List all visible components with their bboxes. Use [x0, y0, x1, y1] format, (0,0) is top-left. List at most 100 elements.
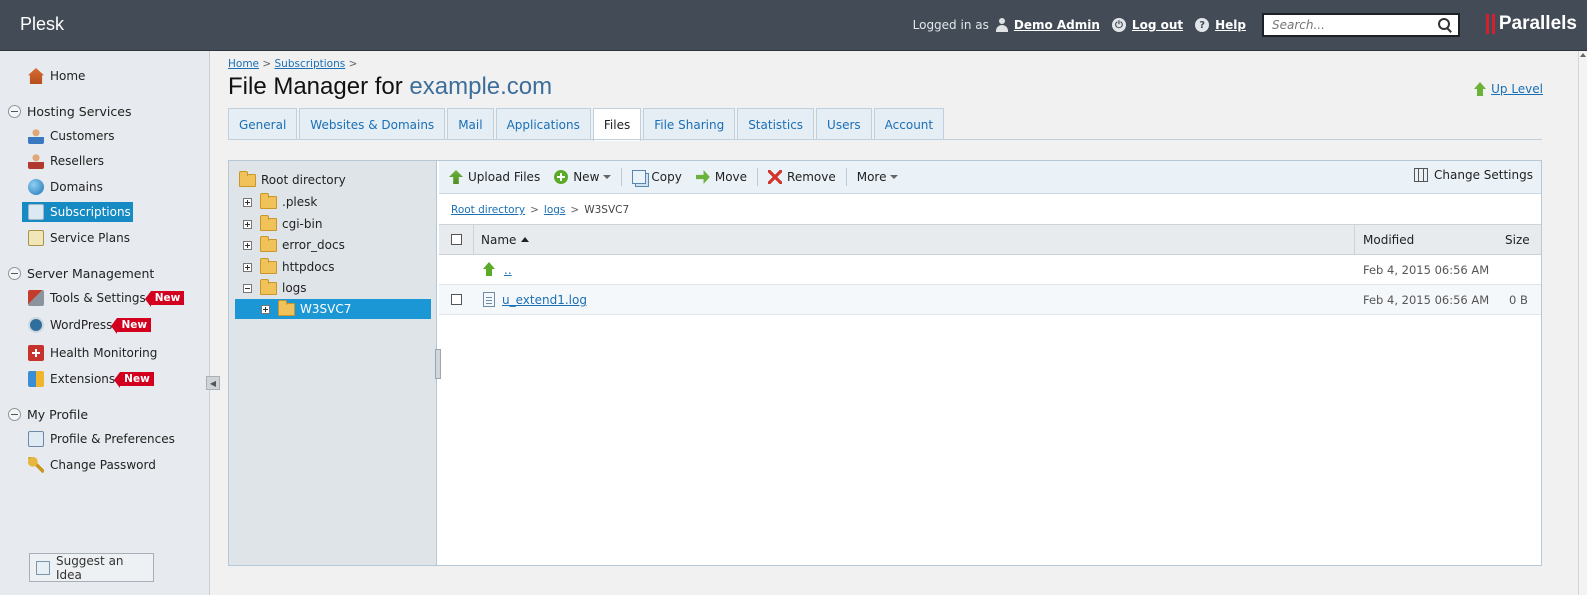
collapse-icon[interactable] — [243, 283, 252, 293]
sidebar-item-resellers[interactable]: Resellers — [28, 151, 104, 171]
section-server-management[interactable]: Server Management — [8, 263, 154, 283]
brand-logo[interactable]: Plesk — [20, 14, 64, 35]
tab-file-sharing[interactable]: File Sharing — [643, 108, 736, 140]
expand-icon[interactable] — [243, 262, 252, 272]
tab-websites-domains[interactable]: Websites & Domains — [299, 108, 446, 140]
tree-item-plesk[interactable]: .plesk — [243, 192, 317, 212]
table-row[interactable]: u_extend1.log Feb 4, 2015 06:56 AM 0 B — [439, 285, 1541, 315]
collapse-icon[interactable] — [8, 104, 21, 118]
new-badge: New — [111, 318, 152, 334]
dropdown-caret-icon — [603, 175, 612, 179]
extensions-icon — [28, 371, 44, 387]
globe-icon — [28, 179, 44, 195]
new-badge: New — [114, 372, 154, 388]
sidebar-item-change-password[interactable]: Change Password — [28, 455, 156, 475]
sidebar-item-subscriptions[interactable]: Subscriptions — [22, 202, 133, 222]
sidebar-item-service-plans[interactable]: Service Plans — [28, 228, 130, 248]
section-hosting-services[interactable]: Hosting Services — [8, 101, 131, 121]
logged-in-label: Logged in as — [912, 18, 989, 32]
parent-dir-link[interactable]: .. — [483, 255, 512, 284]
toolbar-separator — [845, 168, 847, 186]
file-toolbar: Upload Files New Copy Move Remove More C — [439, 161, 1541, 194]
copy-icon — [632, 170, 647, 184]
tree-item-cgi-bin[interactable]: cgi-bin — [243, 214, 322, 234]
tab-files[interactable]: Files — [592, 108, 642, 141]
path-current: W3SVC7 — [584, 204, 630, 216]
search-box[interactable] — [1262, 13, 1460, 37]
collapse-icon[interactable] — [8, 266, 21, 280]
new-button[interactable]: New — [554, 167, 612, 187]
sidebar: Home Hosting Services Customers Reseller… — [0, 51, 210, 595]
up-arrow-icon — [483, 262, 496, 277]
help-icon[interactable]: ? — [1195, 18, 1210, 32]
remove-button[interactable]: Remove — [768, 167, 836, 187]
sidebar-item-customers[interactable]: Customers — [28, 126, 115, 146]
sidebar-collapse-handle[interactable]: ◀ — [206, 376, 220, 390]
sidebar-item-home[interactable]: Home — [28, 66, 85, 86]
upload-files-button[interactable]: Upload Files — [449, 167, 540, 187]
page-title: File Manager for example.com — [228, 73, 553, 100]
column-modified[interactable]: Modified — [1363, 225, 1414, 254]
top-bar: Plesk Logged in as Demo Admin ⏻ Log out … — [0, 0, 1587, 51]
change-settings-button[interactable]: Change Settings — [1414, 168, 1533, 182]
page-scrollbar[interactable] — [1578, 51, 1587, 595]
more-button[interactable]: More — [857, 167, 899, 187]
tree-item-logs[interactable]: logs — [243, 278, 307, 298]
tab-general[interactable]: General — [228, 108, 298, 140]
sidebar-item-health-monitoring[interactable]: Health Monitoring — [28, 343, 157, 363]
column-name[interactable]: Name — [481, 225, 530, 254]
power-icon[interactable]: ⏻ — [1111, 18, 1126, 32]
tab-account[interactable]: Account — [873, 108, 945, 140]
up-level-link[interactable]: Up Level — [1474, 82, 1543, 96]
profile-card-icon — [28, 431, 44, 447]
help-link[interactable]: Help — [1215, 18, 1246, 32]
sidebar-item-wordpress[interactable]: WordPress New — [28, 315, 152, 335]
tree-item-w3svc7[interactable]: W3SVC7 — [235, 299, 431, 319]
table-row[interactable]: .. Feb 4, 2015 06:56 AM — [439, 255, 1541, 285]
toolbar-separator — [621, 168, 623, 186]
dropdown-caret-icon — [890, 175, 899, 179]
tree-root[interactable]: Root directory — [239, 170, 346, 190]
expand-icon[interactable] — [243, 197, 252, 207]
search-input[interactable] — [1270, 17, 1438, 33]
breadcrumb-subscriptions[interactable]: Subscriptions — [275, 58, 346, 70]
move-button[interactable]: Move — [695, 167, 747, 187]
column-size[interactable]: Size — [1505, 225, 1530, 254]
pane-splitter[interactable] — [435, 349, 441, 379]
tabs-divider — [228, 139, 1542, 140]
path-root[interactable]: Root directory — [451, 204, 525, 216]
modified-date: Feb 4, 2015 06:56 AM — [1363, 262, 1490, 277]
search-icon[interactable] — [1438, 18, 1452, 32]
folder-icon — [260, 257, 277, 274]
sidebar-item-tools-settings[interactable]: Tools & Settings New — [28, 288, 185, 308]
section-my-profile[interactable]: My Profile — [8, 404, 88, 424]
sidebar-item-domains[interactable]: Domains — [28, 177, 103, 197]
user-link[interactable]: Demo Admin — [1014, 18, 1100, 32]
path-logs[interactable]: logs — [544, 204, 565, 216]
tab-statistics[interactable]: Statistics — [737, 108, 815, 140]
expand-icon[interactable] — [243, 219, 252, 229]
settings-sliders-icon — [1414, 168, 1429, 182]
tree-item-httpdocs[interactable]: httpdocs — [243, 257, 334, 277]
suggest-idea-button[interactable]: Suggest an Idea — [29, 553, 154, 582]
row-checkbox[interactable] — [451, 285, 462, 314]
sidebar-item-profile-preferences[interactable]: Profile & Preferences — [28, 429, 175, 449]
key-icon — [28, 457, 44, 473]
copy-button[interactable]: Copy — [632, 167, 682, 187]
expand-icon[interactable] — [261, 304, 270, 314]
breadcrumb-home[interactable]: Home — [228, 58, 259, 70]
expand-icon[interactable] — [243, 240, 252, 250]
file-icon — [483, 292, 495, 307]
collapse-icon[interactable] — [8, 407, 21, 421]
tab-users[interactable]: Users — [816, 108, 872, 140]
select-all-checkbox[interactable] — [451, 225, 462, 254]
sidebar-item-extensions[interactable]: Extensions New — [28, 369, 154, 389]
parallels-logo: Parallels — [1485, 13, 1577, 35]
file-link[interactable]: u_extend1.log — [483, 285, 587, 314]
logout-link[interactable]: Log out — [1132, 18, 1183, 32]
tab-mail[interactable]: Mail — [447, 108, 494, 140]
tab-applications[interactable]: Applications — [495, 108, 591, 140]
user-area: Logged in as Demo Admin ⏻ Log out ? Help — [913, 12, 1460, 38]
tree-item-error-docs[interactable]: error_docs — [243, 235, 345, 255]
folder-icon — [239, 170, 256, 187]
